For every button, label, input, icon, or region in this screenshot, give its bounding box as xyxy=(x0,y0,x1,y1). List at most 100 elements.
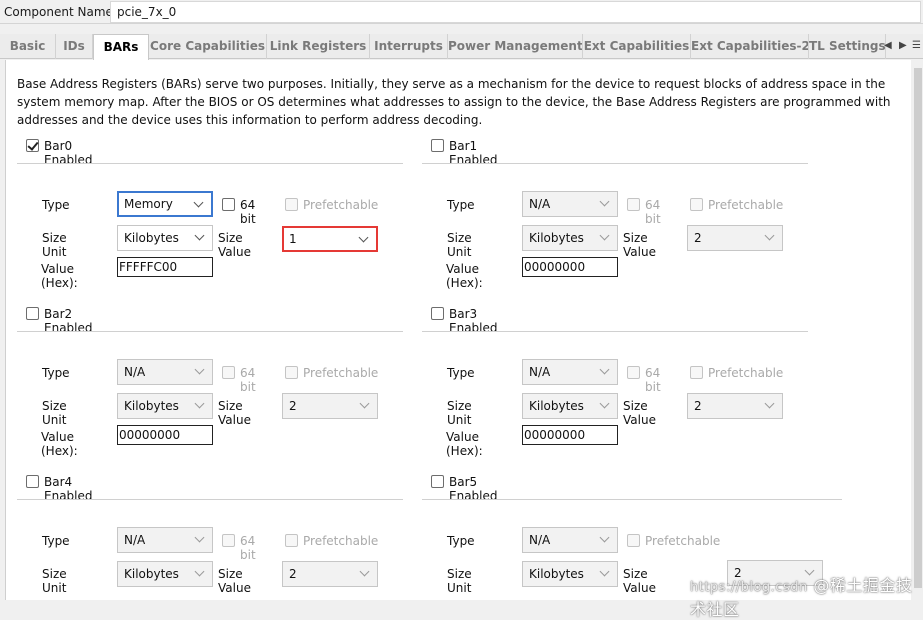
bar0-type-label: Type xyxy=(42,198,70,212)
bar5-prefetchable-label: Prefetchable xyxy=(645,534,721,548)
bar2-prefetchable-checkbox[interactable] xyxy=(285,366,298,379)
bar3-size-unit-value: Kilobytes xyxy=(529,399,584,413)
component-name-input[interactable]: pcie_7x_0 xyxy=(110,1,921,23)
tab-core-capabilities[interactable]: Core Capabilities xyxy=(149,34,267,59)
bar1-enabled-checkbox[interactable] xyxy=(431,139,444,152)
bar2-value-hex-field[interactable]: 00000000 xyxy=(117,425,213,445)
bar0-64bit-checkbox[interactable] xyxy=(222,198,235,211)
bar2-value-hex-label: Value (Hex): xyxy=(41,430,78,458)
bar1-type-label: Type xyxy=(447,198,475,212)
watermark: https://blog.csdn @稀土掘金技术社区 xyxy=(690,572,923,620)
bar1-size-value-label: Size Value xyxy=(623,231,656,259)
chevron-down-icon xyxy=(359,398,370,409)
bar0-divider xyxy=(17,163,403,164)
bar0-prefetchable-label: Prefetchable xyxy=(303,198,379,212)
component-bar: Component Name pcie_7x_0 xyxy=(0,0,923,24)
bar4-size-unit-select[interactable]: Kilobytes xyxy=(117,561,213,587)
tab-menu-icon[interactable]: ☰ xyxy=(912,40,921,51)
tab-link-registers[interactable]: Link Registers xyxy=(267,34,370,59)
bar1-prefetchable-label: Prefetchable xyxy=(708,198,784,212)
bar4-prefetchable-checkbox[interactable] xyxy=(285,534,298,547)
bar2-divider xyxy=(17,331,403,332)
bar0-value-hex-label: Value (Hex): xyxy=(41,262,78,290)
tab-ext-capabilities[interactable]: Ext Capabilities xyxy=(583,34,691,59)
bar3-type-value: N/A xyxy=(529,365,551,379)
bar2-64bit-checkbox[interactable] xyxy=(222,366,235,379)
bar1-divider xyxy=(422,163,808,164)
scrollbar-thumb[interactable] xyxy=(914,68,922,588)
bar5-divider xyxy=(422,499,842,500)
bar2-64bit-label: 64 bit xyxy=(240,366,256,394)
chevron-down-icon xyxy=(764,398,775,409)
bar0-size-value-select[interactable]: 1 xyxy=(282,226,378,252)
bar5-size-unit-label: Size Unit xyxy=(447,567,472,595)
bar3-size-value-value: 2 xyxy=(694,399,702,413)
chevron-down-icon xyxy=(599,398,610,409)
bar4-size-unit-label: Size Unit xyxy=(42,567,67,595)
bar0-value-hex-field[interactable]: FFFFFC00 xyxy=(117,257,213,277)
bar2-size-unit-select[interactable]: Kilobytes xyxy=(117,393,213,419)
bar0-size-unit-value: Kilobytes xyxy=(124,231,179,245)
bar2-enabled-checkbox[interactable] xyxy=(26,307,39,320)
bar1-64bit-checkbox[interactable] xyxy=(627,198,640,211)
bar3-prefetchable-checkbox[interactable] xyxy=(690,366,703,379)
bar5-enabled-checkbox[interactable] xyxy=(431,475,444,488)
chevron-down-icon xyxy=(599,364,610,375)
bar2-type-select[interactable]: N/A xyxy=(117,359,213,385)
bar3-size-value-label: Size Value xyxy=(623,399,656,427)
bar5-prefetchable-checkbox[interactable] xyxy=(627,534,640,547)
tab-ids[interactable]: IDs xyxy=(56,34,93,59)
tab-bars[interactable]: BARs xyxy=(93,34,149,60)
bar0-size-value-value: 1 xyxy=(289,232,297,246)
tab-bar: Basic IDs BARs Core Capabilities Link Re… xyxy=(0,34,923,60)
bar0-prefetchable-checkbox[interactable] xyxy=(285,198,298,211)
tab-power-management[interactable]: Power Management xyxy=(448,34,583,59)
bar1-type-select[interactable]: N/A xyxy=(522,191,618,217)
tab-ext-capabilities-2[interactable]: Ext Capabilities-2 xyxy=(691,34,809,59)
bar1-size-unit-label: Size Unit xyxy=(447,231,472,259)
chevron-down-icon xyxy=(599,196,610,207)
bar2-size-value-select[interactable]: 2 xyxy=(282,393,378,419)
bar3-size-unit-select[interactable]: Kilobytes xyxy=(522,393,618,419)
bar5-type-select[interactable]: N/A xyxy=(522,527,618,553)
bar2-type-value: N/A xyxy=(124,365,146,379)
bar4-size-value-select[interactable]: 2 xyxy=(282,561,378,587)
bar0-enabled-checkbox[interactable] xyxy=(26,139,39,152)
bar3-value-hex-field[interactable]: 00000000 xyxy=(522,425,618,445)
bar4-type-select[interactable]: N/A xyxy=(117,527,213,553)
bar1-value-hex-label: Value (Hex): xyxy=(446,262,483,290)
vertical-scrollbar[interactable] xyxy=(913,62,923,600)
chevron-down-icon xyxy=(194,398,205,409)
tab-tl-settings[interactable]: TL Settings xyxy=(809,34,886,59)
chevron-down-icon xyxy=(358,232,369,243)
bar1-prefetchable-checkbox[interactable] xyxy=(690,198,703,211)
tab-basic[interactable]: Basic xyxy=(0,34,56,59)
tab-scroll-left-icon[interactable]: ◀ xyxy=(884,40,892,51)
bar2-size-value-value: 2 xyxy=(289,399,297,413)
bar3-64bit-checkbox[interactable] xyxy=(627,366,640,379)
bar3-type-select[interactable]: N/A xyxy=(522,359,618,385)
bar1-size-value-select[interactable]: 2 xyxy=(687,225,783,251)
bar5-size-unit-value: Kilobytes xyxy=(529,567,584,581)
bar0-size-unit-select[interactable]: Kilobytes xyxy=(117,225,213,251)
bar4-enabled-checkbox[interactable] xyxy=(26,475,39,488)
chevron-down-icon xyxy=(599,532,610,543)
bar1-value-hex-field[interactable]: 00000000 xyxy=(522,257,618,277)
bar3-size-unit-label: Size Unit xyxy=(447,399,472,427)
chevron-down-icon xyxy=(194,364,205,375)
bar0-type-select[interactable]: Memory xyxy=(117,191,213,217)
bar2-type-label: Type xyxy=(42,366,70,380)
bar1-size-unit-select[interactable]: Kilobytes xyxy=(522,225,618,251)
bar3-enabled-checkbox[interactable] xyxy=(431,307,444,320)
bar4-64bit-checkbox[interactable] xyxy=(222,534,235,547)
bar3-value-hex-label: Value (Hex): xyxy=(446,430,483,458)
watermark-url: https://blog.csdn xyxy=(690,580,808,595)
bar3-size-value-select[interactable]: 2 xyxy=(687,393,783,419)
chevron-down-icon xyxy=(764,230,775,241)
chevron-down-icon xyxy=(599,230,610,241)
bar5-type-label: Type xyxy=(447,534,475,548)
chevron-down-icon xyxy=(193,197,204,208)
tab-interrupts[interactable]: Interrupts xyxy=(370,34,448,59)
tab-scroll-right-icon[interactable]: ▶ xyxy=(899,40,907,51)
bar5-size-unit-select[interactable]: Kilobytes xyxy=(522,561,618,587)
